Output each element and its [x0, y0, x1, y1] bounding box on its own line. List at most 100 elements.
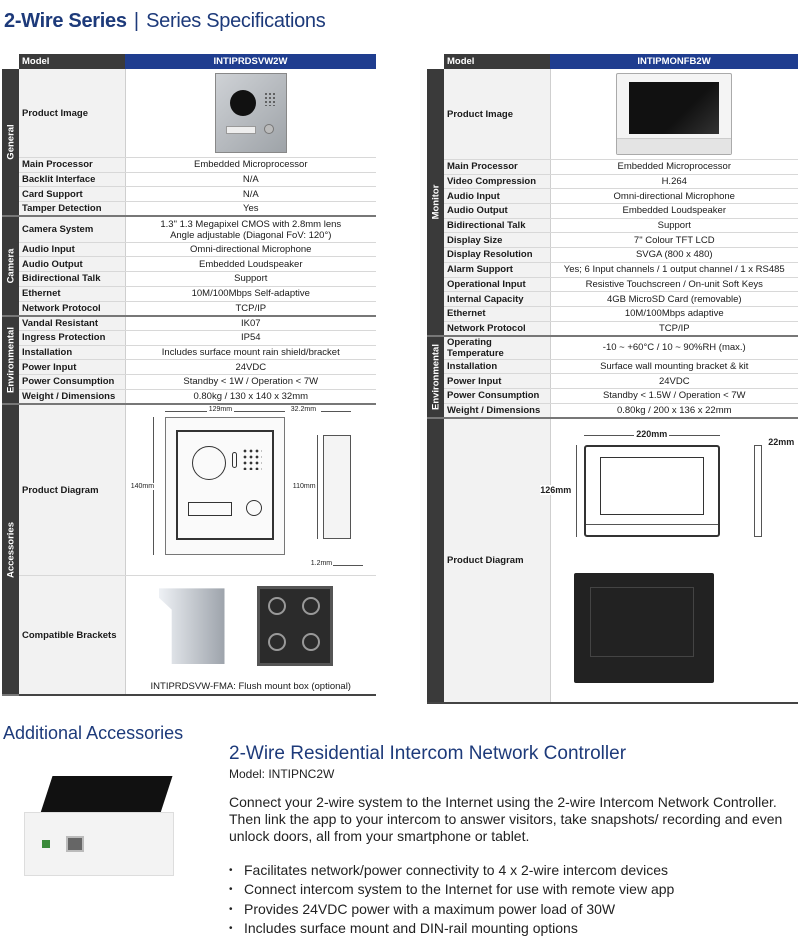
spec-label: Product Image: [444, 69, 551, 160]
spec-label: Weight / Dimensions: [19, 389, 126, 405]
model-label: Model: [444, 54, 550, 69]
spec-label: Weight / Dimensions: [444, 403, 551, 419]
spec-value: N/A: [125, 172, 376, 188]
spec-label: Power Input: [444, 373, 551, 390]
mounting-bracket-image: [574, 572, 715, 683]
spec-value: Support: [125, 271, 376, 287]
dim-depth: 22mm: [768, 436, 795, 447]
dim-width: 220mm: [634, 428, 670, 439]
spec-label: Audio Output: [19, 256, 126, 273]
accessory-title: 2-Wire Residential Intercom Network Cont…: [229, 743, 627, 764]
spec-label: Display Size: [444, 232, 551, 249]
spec-value: 10M/100Mbps Self-adaptive: [125, 286, 376, 302]
title-subtitle: Series Specifications: [146, 10, 326, 32]
spec-value: 4GB MicroSD Card (removable): [550, 291, 798, 307]
spec-value: H.264: [550, 174, 798, 190]
category-camera: Camera: [2, 216, 19, 317]
spec-label: Ingress Protection: [19, 330, 126, 346]
spec-label: Video Compression: [444, 174, 551, 190]
dim-height: 140mm: [130, 483, 155, 491]
spec-value: SVGA (800 x 480): [550, 247, 798, 263]
category-environmental: Environmental: [2, 315, 19, 405]
feature-item: Connect intercom system to the Internet …: [229, 880, 789, 900]
spec-value: Yes: [125, 201, 376, 218]
spec-value: Surface wall mounting bracket & kit: [550, 359, 798, 375]
spec-label: Product Diagram: [19, 403, 126, 577]
spec-value: N/A: [125, 186, 376, 203]
spec-label: Main Processor: [19, 157, 126, 173]
monitor-front-drawing: [584, 444, 721, 537]
category-environmental: Environmental: [427, 335, 444, 420]
spec-value: 0.80kg / 200 x 136 x 22mm: [550, 403, 798, 419]
monitor-side-drawing: [754, 444, 763, 537]
spec-label: Bidirectional Talk: [444, 218, 551, 234]
spec-value: 24VDC: [125, 359, 376, 375]
spec-label: Compatible Brackets: [19, 575, 126, 697]
monitor-image: [616, 73, 733, 155]
spec-label: Network Protocol: [444, 321, 551, 337]
spec-value: 0.80kg / 130 x 140 x 32mm: [125, 389, 376, 405]
spec-value: Resistive Touchscreen / On-unit Soft Key…: [550, 277, 798, 293]
spec-value: Standby < 1.5W / Operation < 7W: [550, 388, 798, 404]
accessory-description: Connect your 2-wire system to the Intern…: [229, 794, 783, 844]
spec-label: Alarm Support: [444, 262, 551, 278]
spec-value: Support: [550, 218, 798, 234]
spec-label: Audio Output: [444, 203, 551, 219]
spec-value: 7" Colour TFT LCD: [550, 232, 798, 249]
spec-label: Display Resolution: [444, 247, 551, 263]
spec-label: Power Consumption: [444, 388, 551, 404]
spec-value: Yes; 6 Input channels / 1 output channel…: [550, 262, 798, 278]
network-controller-image: [14, 770, 194, 890]
spec-label: Card Support: [19, 186, 126, 203]
rain-shield-image: [158, 588, 225, 665]
product-diagram: 129mm 140mm 32.2mm 110mm 1.2mm: [125, 403, 376, 577]
spec-label: Operating Temperature: [444, 335, 551, 360]
model-value: INTIPRDSVW2W: [125, 54, 376, 69]
spec-label: Camera System: [19, 216, 126, 243]
spec-value: Embedded Microprocessor: [125, 157, 376, 173]
page-title: 2-Wire Series | Series Specifications: [4, 10, 326, 33]
spec-label: Bidirectional Talk: [19, 271, 126, 287]
flush-mount-box-image: [256, 586, 333, 667]
dim-depth: 32.2mm: [290, 406, 317, 414]
title-separator: |: [133, 10, 139, 32]
spec-value: Embedded Microprocessor: [550, 159, 798, 175]
door-side-drawing: [322, 435, 351, 540]
accessory-model: Model: INTIPNC2W: [229, 767, 335, 781]
dim-width: 129mm: [206, 406, 235, 414]
spec-value: 1.3" 1.3 Megapixel CMOS with 2.8mm lens A…: [125, 216, 376, 243]
dim-height: 126mm: [540, 484, 572, 495]
bracket-caption: INTIPRDSVW-FMA: Flush mount box (optiona…: [150, 681, 351, 693]
spec-label: Network Protocol: [19, 301, 126, 317]
feature-item: Includes surface mount and DIN-rail moun…: [229, 919, 789, 939]
spec-value: TCP/IP: [125, 301, 376, 317]
spec-label: Installation: [19, 345, 126, 361]
category-blank: [427, 418, 444, 704]
spec-label: Ethernet: [444, 306, 551, 322]
door-front-drawing: [164, 417, 285, 556]
spec-label: Power Input: [19, 359, 126, 375]
dim-thickness: 1.2mm: [310, 560, 333, 568]
category-accessories: Accessories: [2, 403, 19, 697]
spec-value: Standby < 1W / Operation < 7W: [125, 374, 376, 390]
spec-label: Vandal Resistant: [19, 315, 126, 331]
product-image: [125, 69, 376, 158]
spec-value: 10M/100Mbps adaptive: [550, 306, 798, 322]
dim-inner-height: 110mm: [292, 483, 316, 491]
feature-item: Facilitates network/power connectivity t…: [229, 861, 789, 881]
door-station-image: [214, 73, 287, 153]
spec-label: Ethernet: [19, 286, 126, 302]
spec-label: Installation: [444, 359, 551, 375]
spec-label: Audio Input: [19, 242, 126, 258]
door-station-spec-table: Model INTIPRDSVW2W General Product Image…: [2, 54, 376, 697]
spec-label: Backlit Interface: [19, 172, 126, 188]
spec-label: Product Image: [19, 69, 126, 158]
product-diagram: 220mm 126mm 22mm: [540, 418, 798, 704]
spec-label: Tamper Detection: [19, 201, 126, 218]
spec-value: Omni-directional Microphone: [125, 242, 376, 258]
spec-value: Embedded Loudspeaker: [125, 256, 376, 273]
spec-label: Audio Input: [444, 188, 551, 205]
accessory-features: Facilitates network/power connectivity t…: [229, 861, 789, 938]
spec-value: IP54: [125, 330, 376, 346]
category-general: General: [2, 69, 19, 218]
